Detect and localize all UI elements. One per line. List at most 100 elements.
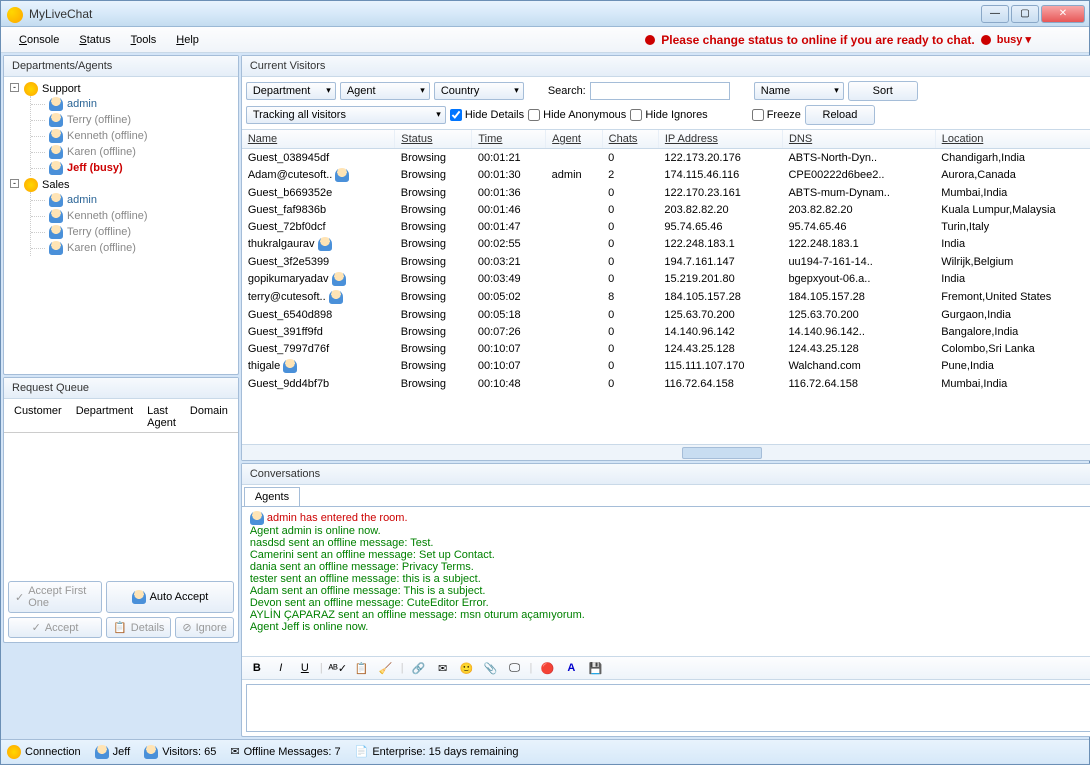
department-combo[interactable]: Department [246, 82, 336, 100]
warning-icon [645, 35, 655, 45]
table-row[interactable]: Adam@cutesoft.. Browsing00:01:30admin217… [242, 166, 1090, 184]
font-icon[interactable]: A [562, 659, 580, 677]
table-row[interactable]: Guest_3f2e5399Browsing00:03:210194.7.161… [242, 253, 1090, 270]
screenshot-icon[interactable]: 🖵 [506, 659, 524, 677]
tree-expand-icon[interactable]: - [10, 83, 19, 92]
agent-item[interactable]: Terry (offline) [49, 224, 234, 240]
message-input[interactable] [246, 684, 1090, 732]
search-label: Search: [548, 85, 586, 97]
freeze-checkbox[interactable]: Freeze [752, 109, 801, 121]
menu-console[interactable]: Console [9, 30, 69, 50]
menu-tools[interactable]: Tools [121, 30, 167, 50]
accept-first-button[interactable]: ✓ Accept First One [8, 581, 102, 613]
agents-tree[interactable]: -SupportadminTerry (offline)Kenneth (off… [4, 77, 238, 374]
agent-item[interactable]: admin [49, 96, 234, 112]
horizontal-scrollbar[interactable] [242, 444, 1090, 460]
smiley-icon[interactable]: 🙂 [458, 659, 476, 677]
country-combo[interactable]: Country [434, 82, 524, 100]
table-row[interactable]: Guest_391ff9fdBrowsing00:07:26014.140.96… [242, 323, 1090, 340]
editor-toolbar: B I U | ᴬᴮ✓ 📋 🧹 | 🔗 ✉ 🙂 📎 🖵 | 🔴 A [242, 656, 1090, 680]
status-dropdown[interactable]: busy ▾ [997, 33, 1031, 46]
table-row[interactable]: Guest_7997d76fBrowsing00:10:070124.43.25… [242, 340, 1090, 357]
hide-details-checkbox[interactable]: Hide Details [450, 109, 524, 121]
column-header[interactable]: Location [935, 130, 1090, 149]
column-header[interactable]: Status [395, 130, 472, 149]
maximize-button[interactable]: ▢ [1011, 5, 1039, 23]
sort-button[interactable]: Sort [848, 81, 918, 101]
color-icon[interactable]: 🔴 [538, 659, 556, 677]
agent-item[interactable]: Karen (offline) [49, 240, 234, 256]
name-combo[interactable]: Name [754, 82, 844, 100]
save-icon[interactable]: 💾 [586, 659, 604, 677]
agent-name: Jeff (busy) [67, 162, 123, 174]
table-row[interactable]: Guest_038945dfBrowsing00:01:210122.173.2… [242, 149, 1090, 167]
agent-icon [49, 241, 63, 255]
hide-ignores-checkbox[interactable]: Hide Ignores [630, 109, 707, 121]
log-line: Devon sent an offline message: CuteEdito… [250, 597, 1090, 609]
hide-anonymous-checkbox[interactable]: Hide Anonymous [528, 109, 626, 121]
italic-icon[interactable]: I [272, 659, 290, 677]
link-icon[interactable]: 🔗 [410, 659, 428, 677]
agent-name: Kenneth (offline) [67, 130, 148, 142]
spellcheck-icon[interactable]: ᴬᴮ✓ [329, 659, 347, 677]
department-name[interactable]: Sales [42, 179, 70, 191]
table-row[interactable]: Guest_6540d898Browsing00:05:180125.63.70… [242, 306, 1090, 323]
agent-combo[interactable]: Agent [340, 82, 430, 100]
connection-status[interactable]: Connection [7, 745, 81, 759]
column-header[interactable]: Name [242, 130, 395, 149]
table-row[interactable]: gopikumaryadav Browsing00:03:49015.219.2… [242, 270, 1090, 288]
agent-item[interactable]: Kenneth (offline) [49, 128, 234, 144]
agent-item[interactable]: admin [49, 192, 234, 208]
attachment-icon[interactable]: 📎 [482, 659, 500, 677]
accept-button[interactable]: ✓ Accept [8, 617, 102, 638]
column-header[interactable]: IP Address [658, 130, 782, 149]
queue-column[interactable]: Department [69, 402, 140, 432]
table-row[interactable]: thigale Browsing00:10:070115.111.107.170… [242, 357, 1090, 375]
table-row[interactable]: Guest_72bf0dcfBrowsing00:01:47095.74.65.… [242, 218, 1090, 235]
menu-help[interactable]: Help [166, 30, 209, 50]
agent-name: Terry (offline) [67, 114, 131, 126]
underline-icon[interactable]: U [296, 659, 314, 677]
table-row[interactable]: terry@cutesoft.. Browsing00:05:028184.10… [242, 288, 1090, 306]
offline-messages: ✉ Offline Messages: 7 [230, 745, 340, 758]
details-button[interactable]: 📋 Details [106, 617, 171, 638]
ignore-button[interactable]: ⊘ Ignore [175, 617, 233, 638]
visitors-table: NameStatusTimeAgentChatsIP AddressDNSLoc… [242, 130, 1090, 392]
agent-item[interactable]: Terry (offline) [49, 112, 234, 128]
column-header[interactable]: Agent [546, 130, 603, 149]
window-title: MyLiveChat [5, 7, 981, 21]
log-line: nasdsd sent an offline message: Test. [250, 537, 1090, 549]
agents-tab[interactable]: Agents [244, 487, 300, 506]
column-header[interactable]: DNS [782, 130, 935, 149]
agent-icon [49, 193, 63, 207]
table-row[interactable]: thukralgaurav Browsing00:02:550122.248.1… [242, 235, 1090, 253]
table-row[interactable]: Guest_faf9836bBrowsing00:01:460203.82.82… [242, 201, 1090, 218]
table-row[interactable]: Guest_9dd4bf7bBrowsing00:10:480116.72.64… [242, 375, 1090, 392]
clear-icon[interactable]: 🧹 [377, 659, 395, 677]
email-icon[interactable]: ✉ [434, 659, 452, 677]
column-header[interactable]: Chats [602, 130, 658, 149]
department-name[interactable]: Support [42, 83, 81, 95]
minimize-button[interactable]: — [981, 5, 1009, 23]
tree-expand-icon[interactable]: - [10, 179, 19, 188]
tracking-combo[interactable]: Tracking all visitors [246, 106, 446, 124]
queue-column[interactable]: Customer [7, 402, 69, 432]
reload-button[interactable]: Reload [805, 105, 875, 125]
agent-item[interactable]: Jeff (busy) [49, 160, 234, 176]
queue-column[interactable]: Domain [183, 402, 235, 432]
bold-icon[interactable]: B [248, 659, 266, 677]
agent-item[interactable]: Karen (offline) [49, 144, 234, 160]
column-header[interactable]: Time [472, 130, 546, 149]
table-row[interactable]: Guest_b669352eBrowsing00:01:360122.170.2… [242, 184, 1090, 201]
paste-icon[interactable]: 📋 [353, 659, 371, 677]
menu-status[interactable]: Status [69, 30, 120, 50]
queue-column[interactable]: Last Agent [140, 402, 183, 432]
current-visitors-panel: Current Visitors⌃ Department Agent Count… [241, 55, 1090, 461]
visitors-table-wrap[interactable]: NameStatusTimeAgentChatsIP AddressDNSLoc… [242, 129, 1090, 444]
agent-item[interactable]: Kenneth (offline) [49, 208, 234, 224]
agent-name: admin [67, 98, 97, 110]
log-line: AYLİN ÇAPARAZ sent an offline message: m… [250, 609, 1090, 621]
auto-accept-button[interactable]: Auto Accept [106, 581, 234, 613]
close-button[interactable]: ✕ [1041, 5, 1085, 23]
search-input[interactable] [590, 82, 730, 100]
